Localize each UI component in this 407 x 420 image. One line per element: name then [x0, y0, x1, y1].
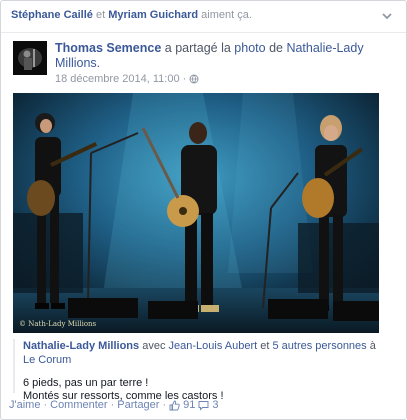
action-separator: ·	[162, 399, 167, 411]
place-link[interactable]: Le Corum	[23, 354, 71, 366]
post-headline: Thomas Semence a partagé la photo de Nat…	[55, 41, 385, 71]
of-text: de	[269, 41, 283, 55]
liker-connector: et	[95, 9, 106, 21]
story-header: Stéphane Caillé et Myriam Guichard aimen…	[1, 1, 406, 33]
thumbs-up-icon[interactable]	[169, 400, 180, 411]
others-link[interactable]: 5 autres personnes	[273, 340, 367, 352]
caption-line-1: 6 pieds, pas un par terre !	[23, 377, 149, 389]
photo-watermark: © Nath-Lady Millions	[19, 320, 97, 328]
chevron-down-icon[interactable]	[380, 9, 394, 23]
news-feed-story: Stéphane Caillé et Myriam Guichard aimen…	[0, 0, 407, 420]
author-name-link[interactable]: Thomas Semence	[55, 41, 161, 55]
concert-stage-image	[13, 93, 379, 333]
liker-link-2[interactable]: Myriam Guichard	[108, 9, 198, 21]
post-actions: J'aime · Commenter · Partager · 91 3	[9, 399, 219, 411]
and-text: et	[260, 340, 270, 352]
action-separator: ·	[110, 399, 115, 411]
liker-link-1[interactable]: Stéphane Caillé	[11, 9, 93, 21]
likes-suffix: aiment ça.	[201, 9, 252, 21]
meta-separator: ·	[182, 73, 187, 85]
with-text: avec	[142, 340, 166, 352]
comment-button[interactable]: Commenter	[50, 399, 107, 411]
like-button[interactable]: J'aime	[9, 399, 40, 411]
action-separator: ·	[43, 399, 48, 411]
comment-icon[interactable]	[198, 400, 209, 411]
tag-owner-link[interactable]: Nathalie-Lady Millions	[23, 340, 139, 352]
tagged-person-link[interactable]: Jean-Louis Aubert	[169, 340, 258, 352]
comment-count[interactable]: 3	[212, 399, 218, 411]
shared-text: a partagé la	[164, 41, 231, 55]
tag-line: Nathalie-Lady Millions avec Jean-Louis A…	[23, 339, 379, 367]
author-avatar[interactable]	[13, 41, 47, 75]
post-author-row: Thomas Semence a partagé la photo de Nat…	[13, 41, 393, 91]
like-count[interactable]: 91	[183, 399, 195, 411]
at-text: à	[369, 340, 376, 352]
shared-photo[interactable]: © Nath-Lady Millions	[13, 93, 379, 333]
globe-icon[interactable]	[189, 74, 199, 84]
photo-link[interactable]: photo	[234, 41, 265, 55]
share-button[interactable]: Partager	[117, 399, 159, 411]
post-timestamp[interactable]: 18 décembre 2014, 11:00	[55, 73, 180, 85]
post-meta: 18 décembre 2014, 11:00 ·	[55, 73, 199, 85]
photo-tag-box: Nathalie-Lady Millions avec Jean-Louis A…	[13, 339, 379, 402]
